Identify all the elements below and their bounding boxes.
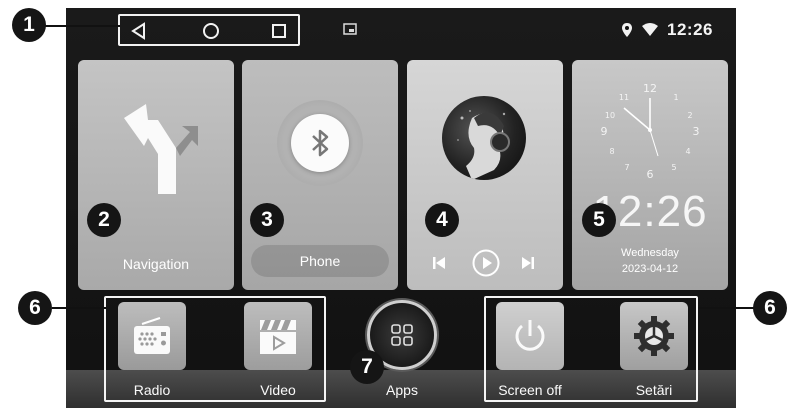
svg-text:6: 6	[647, 168, 654, 181]
location-pin-icon	[622, 23, 632, 37]
album-art	[442, 96, 526, 180]
callout-5: 5	[582, 203, 616, 237]
turn-arrow-icon	[124, 104, 198, 194]
listener-silhouette-icon	[457, 110, 510, 180]
callout-6-right: 6	[753, 291, 787, 325]
radio-app-button[interactable]	[118, 302, 186, 370]
svg-text:10: 10	[605, 111, 615, 120]
system-nav-keys	[118, 14, 300, 46]
analog-clock-icon: 12 1 2 3 4 5 6 7 8 9 10 11	[601, 82, 700, 181]
clock-tile[interactable]: 12 1 2 3 4 5 6 7 8 9 10 11 12:26 Wednesd…	[572, 60, 728, 290]
weekday-label: Wednesday	[621, 247, 679, 259]
video-label: Video	[260, 382, 296, 398]
navigation-label: Navigation	[122, 256, 190, 272]
apps-label: Apps	[386, 382, 418, 398]
callout-7: 7	[350, 350, 384, 384]
gear-icon	[634, 316, 674, 356]
music-tile[interactable]	[407, 60, 563, 290]
phone-label: Phone	[299, 253, 341, 269]
home-circle-icon[interactable]	[202, 22, 220, 40]
play-icon[interactable]	[471, 248, 501, 278]
svg-text:1: 1	[673, 93, 678, 102]
radio-label: Radio	[133, 382, 171, 398]
app-grid-icon	[391, 324, 413, 346]
svg-text:8: 8	[609, 147, 614, 156]
navigation-tile[interactable]: Navigation	[78, 60, 234, 290]
previous-icon[interactable]	[431, 255, 447, 271]
svg-text:9: 9	[601, 125, 608, 138]
callout-6-left: 6	[18, 291, 52, 325]
status-indicators: 12:26	[621, 18, 713, 42]
svg-text:12: 12	[643, 82, 657, 95]
svg-text:11: 11	[619, 93, 629, 102]
wifi-icon	[642, 23, 658, 36]
svg-text:5: 5	[671, 163, 676, 172]
callout-1: 1	[12, 8, 46, 42]
callout-3: 3	[250, 203, 284, 237]
back-triangle-icon[interactable]	[130, 22, 148, 40]
phone-tile[interactable]: Phone	[242, 60, 398, 290]
callout-6-right-leader	[698, 307, 754, 309]
next-icon[interactable]	[520, 255, 536, 271]
date-label: 2023-04-12	[621, 263, 679, 275]
status-bar: 12:26	[66, 8, 736, 48]
callout-6-left-leader	[52, 307, 106, 309]
screen-off-button[interactable]	[496, 302, 564, 370]
svg-text:2: 2	[687, 111, 692, 120]
status-clock: 12:26	[667, 20, 713, 39]
svg-text:7: 7	[624, 163, 629, 172]
head-unit-screen: 12:26 Navigation Phone 12 1 2 3 4 5 6 7 …	[66, 8, 736, 408]
bluetooth-badge	[277, 100, 363, 186]
callout-4: 4	[425, 203, 459, 237]
music-controls	[407, 248, 563, 278]
callout-1-leader	[44, 25, 120, 27]
radio-icon	[134, 317, 170, 354]
svg-text:4: 4	[685, 147, 690, 156]
settings-label: Setări	[635, 382, 673, 398]
power-icon	[515, 320, 545, 351]
clapperboard-icon	[260, 320, 296, 354]
video-app-button[interactable]	[244, 302, 312, 370]
settings-button[interactable]	[620, 302, 688, 370]
callout-2: 2	[87, 203, 121, 237]
screen-off-label: Screen off	[498, 382, 562, 398]
picture-in-picture-icon	[343, 23, 357, 35]
svg-text:3: 3	[693, 125, 700, 138]
bluetooth-icon	[312, 129, 329, 157]
recents-square-icon[interactable]	[270, 22, 288, 40]
